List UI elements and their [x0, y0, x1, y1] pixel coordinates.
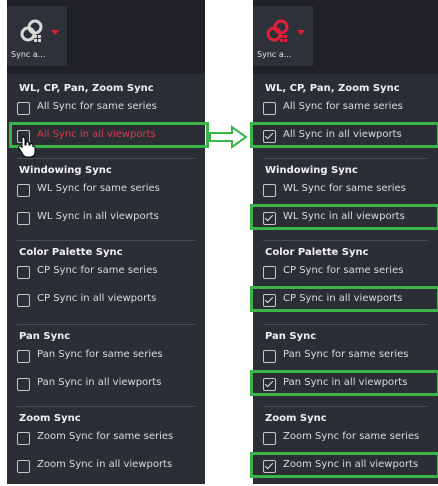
sync-option-label: Zoom Sync in all viewports	[283, 459, 419, 470]
sync-option-checkbox[interactable]	[263, 294, 276, 307]
sync-panel-before: Sync a... WL, CP, Pan, Zoom Sync All Sync…	[7, 0, 209, 484]
stage: Sync a... WL, CP, Pan, Zoom Sync All Sync…	[0, 0, 438, 486]
sync-option-label: Pan Sync for same series	[37, 349, 163, 360]
sync-option-item[interactable]: Pan Sync in all viewports	[7, 374, 205, 398]
section-title: Windowing Sync	[265, 165, 358, 176]
sync-option-label: CP Sync for same series	[37, 265, 158, 276]
sync-option-item[interactable]: Pan Sync for same series	[7, 346, 205, 370]
sync-option-checkbox[interactable]	[263, 130, 276, 143]
sync-option-checkbox[interactable]	[17, 266, 30, 279]
section-title: Zoom Sync	[19, 413, 81, 424]
section-divider	[17, 240, 195, 241]
sync-option-item[interactable]: WL Sync in all viewports	[253, 208, 438, 232]
section-divider	[17, 406, 195, 407]
section-title: Color Palette Sync	[19, 247, 123, 258]
sync-dropdown-button[interactable]: Sync a...	[7, 6, 67, 66]
sync-option-item[interactable]: All Sync in all viewports	[7, 126, 205, 150]
sync-option-checkbox[interactable]	[17, 294, 30, 307]
chevron-down-icon[interactable]	[51, 30, 59, 35]
sync-option-item[interactable]: CP Sync for same series	[7, 262, 205, 286]
sync-option-checkbox[interactable]	[263, 184, 276, 197]
sync-button-label: Sync a...	[11, 50, 46, 59]
sync-option-item[interactable]: Pan Sync in all viewports	[253, 374, 438, 398]
sync-option-checkbox[interactable]	[17, 102, 30, 115]
sync-option-checkbox[interactable]	[17, 212, 30, 225]
sync-dropdown-button[interactable]: Sync a...	[253, 6, 313, 66]
sync-option-item[interactable]: Zoom Sync in all viewports	[7, 456, 205, 480]
sync-option-checkbox[interactable]	[17, 460, 30, 473]
sync-option-label: CP Sync for same series	[283, 265, 404, 276]
sync-option-checkbox[interactable]	[263, 432, 276, 445]
section-divider	[263, 324, 428, 325]
sync-button-label: Sync a...	[257, 50, 292, 59]
section-divider	[263, 158, 428, 159]
section-divider	[17, 158, 195, 159]
sync-option-label: WL Sync for same series	[37, 183, 160, 194]
sync-option-checkbox[interactable]	[17, 378, 30, 391]
sync-option-item[interactable]: All Sync for same series	[7, 98, 205, 122]
section-divider	[17, 324, 195, 325]
sync-option-label: WL Sync for same series	[283, 183, 406, 194]
sync-option-item[interactable]: Zoom Sync for same series	[253, 428, 438, 452]
sync-option-item[interactable]: WL Sync for same series	[253, 180, 438, 204]
link-sync-icon	[20, 19, 43, 42]
toolbar: Sync a...	[253, 0, 438, 74]
sync-option-checkbox[interactable]	[263, 350, 276, 363]
sync-option-item[interactable]: CP Sync in all viewports	[253, 290, 438, 314]
sync-option-checkbox[interactable]	[17, 350, 30, 363]
section-title: Pan Sync	[265, 331, 317, 342]
chevron-down-icon[interactable]	[297, 30, 305, 35]
section-divider	[263, 406, 428, 407]
sync-option-label: All Sync in all viewports	[283, 129, 402, 140]
toolbar: Sync a...	[7, 0, 205, 74]
section-title: Color Palette Sync	[265, 247, 369, 258]
sync-option-item[interactable]: All Sync in all viewports	[253, 126, 438, 150]
sync-option-label: WL Sync in all viewports	[37, 211, 159, 222]
hand-cursor-icon	[18, 136, 36, 158]
sync-option-item[interactable]: All Sync for same series	[253, 98, 438, 122]
sync-option-item[interactable]: CP Sync for same series	[253, 262, 438, 286]
right-arrow-icon	[209, 125, 248, 149]
sync-option-label: Zoom Sync for same series	[37, 431, 174, 442]
link-sync-icon	[266, 19, 289, 42]
section-title: Windowing Sync	[19, 165, 112, 176]
section-divider	[263, 240, 428, 241]
sync-option-checkbox[interactable]	[17, 432, 30, 445]
sync-option-label: Zoom Sync for same series	[283, 431, 420, 442]
sync-option-label: CP Sync in all viewports	[37, 293, 157, 304]
sync-panel-after: Sync a... WL, CP, Pan, Zoom Sync All Sync…	[250, 0, 438, 484]
sync-option-checkbox[interactable]	[263, 460, 276, 473]
sync-option-item[interactable]: Zoom Sync in all viewports	[253, 456, 438, 480]
section-title: Zoom Sync	[265, 413, 327, 424]
sync-option-label: All Sync in all viewports	[37, 129, 156, 140]
sync-option-item[interactable]: Pan Sync for same series	[253, 346, 438, 370]
sync-option-label: Pan Sync in all viewports	[37, 377, 162, 388]
sync-option-label: All Sync for same series	[37, 101, 157, 112]
sync-option-label: Pan Sync in all viewports	[283, 377, 408, 388]
sync-option-label: CP Sync in all viewports	[283, 293, 403, 304]
sync-option-checkbox[interactable]	[263, 102, 276, 115]
sync-option-checkbox[interactable]	[263, 378, 276, 391]
sync-option-item[interactable]: WL Sync in all viewports	[7, 208, 205, 232]
sync-option-checkbox[interactable]	[263, 212, 276, 225]
sync-option-label: Zoom Sync in all viewports	[37, 459, 173, 470]
sync-option-label: Pan Sync for same series	[283, 349, 409, 360]
section-title: WL, CP, Pan, Zoom Sync	[19, 83, 154, 94]
sync-option-item[interactable]: Zoom Sync for same series	[7, 428, 205, 452]
sync-option-label: All Sync for same series	[283, 101, 403, 112]
sync-option-checkbox[interactable]	[263, 266, 276, 279]
sync-option-checkbox[interactable]	[17, 184, 30, 197]
sync-option-item[interactable]: WL Sync for same series	[7, 180, 205, 204]
sync-option-label: WL Sync in all viewports	[283, 211, 405, 222]
section-title: WL, CP, Pan, Zoom Sync	[265, 83, 400, 94]
section-title: Pan Sync	[19, 331, 71, 342]
sync-option-item[interactable]: CP Sync in all viewports	[7, 290, 205, 314]
